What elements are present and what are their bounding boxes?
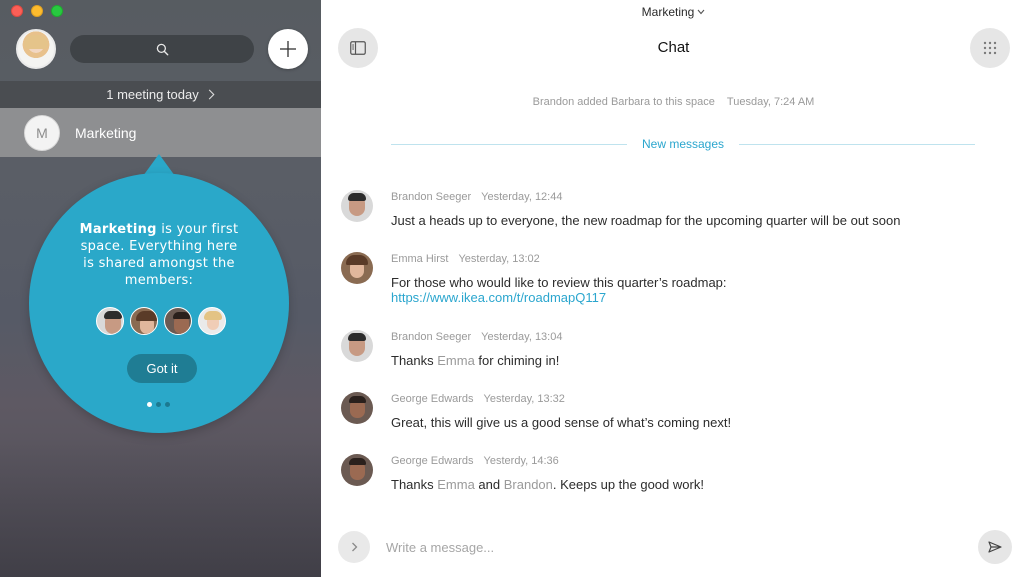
new-space-button[interactable] [268,29,308,69]
message-item: Emma Hirst Yesterday, 13:02 For those who… [341,252,1001,305]
message-time: Yesterday, 13:04 [481,331,563,343]
close-window-button[interactable] [11,5,23,17]
avatar[interactable] [341,252,373,284]
member-avatar [96,307,124,335]
message-body: Thanks Emma for chiming in! [391,353,559,368]
zoom-window-button[interactable] [51,5,63,17]
page-title: Chat [657,39,690,56]
message-author: Brandon Seeger [391,331,472,343]
system-message: Brandon added Barbara to this space Tuesd… [321,96,1026,108]
message-time: Yesterdy, 14:36 [483,455,559,467]
message-text: Thanks [391,477,438,492]
space-switcher-label: Marketing [641,5,695,19]
message-item: Brandon Seeger Yesterday, 12:44 Just a he… [341,190,1001,240]
mention-emma[interactable]: Emma [437,353,475,368]
divider-line [391,143,627,145]
roadmap-link[interactable]: https://www.ikea.com/t/roadmapQ117 [391,290,727,305]
space-avatar: M [24,114,60,151]
system-message-time: Tuesday, 7:24 AM [726,96,815,108]
message-author: George Edwards [391,455,474,467]
message-text: and [474,477,504,492]
message-text: For those who would like to review this … [391,275,727,290]
member-avatars [96,307,226,335]
message-time: Yesterday, 13:32 [483,393,565,405]
avatar[interactable] [341,190,373,222]
space-switcher[interactable]: Marketing [321,5,1026,19]
apps-button[interactable] [970,28,1010,68]
send-icon [988,541,1002,553]
search-button[interactable] [70,35,254,63]
member-avatar [130,307,158,335]
avatar[interactable] [341,330,373,362]
message-body: Thanks Emma and Brandon. Keeps up the go… [391,477,704,492]
member-avatar [164,307,192,335]
onboarding-bubble: Marketing is your first space. Everythin… [29,173,289,433]
send-button[interactable] [978,530,1012,564]
chevron-right-icon [208,89,215,100]
meetings-banner-label: 1 meeting today [106,87,199,102]
minimize-window-button[interactable] [31,5,43,17]
expand-composer-button[interactable] [338,531,370,563]
message-author: George Edwards [391,393,474,405]
avatar[interactable] [341,454,373,486]
search-icon [156,43,168,55]
new-messages-divider: New messages [391,137,975,151]
avatar[interactable] [341,392,373,424]
message-input[interactable] [386,536,946,558]
plus-icon [280,41,296,57]
message-meta: George Edwards Yesterdy, 14:36 [391,455,559,467]
message-item: George Edwards Yesterday, 13:32 Great, th… [341,392,1001,442]
new-messages-label: New messages [641,137,725,151]
mention-emma[interactable]: Emma [437,477,475,492]
message-body: Just a heads up to everyone, the new roa… [391,213,901,228]
message-meta: Emma Hirst Yesterday, 13:02 [391,253,540,265]
chevron-down-icon [697,9,705,15]
onboarding-space-name: Marketing [79,222,157,237]
space-name: Marketing [75,124,137,141]
message-text: Thanks [391,353,438,368]
message-meta: Brandon Seeger Yesterday, 12:44 [391,191,562,203]
space-list-item-marketing[interactable]: M Marketing [0,108,321,157]
chat-panel: Marketing Chat Brandon added Barbara to … [321,0,1026,577]
system-message-text: Brandon added Barbara to this space [532,96,715,108]
window-controls [11,5,63,17]
mention-brandon[interactable]: Brandon [504,477,553,492]
got-it-button[interactable]: Got it [127,354,197,383]
message-meta: Brandon Seeger Yesterday, 13:04 [391,331,562,343]
message-text: for chiming in! [474,353,560,368]
chevron-right-icon [351,542,357,552]
message-item: Brandon Seeger Yesterday, 13:04 Thanks Em… [341,330,1001,380]
message-body: Great, this will give us a good sense of… [391,415,732,430]
onboarding-message: Marketing is your first space. Everythin… [77,221,241,289]
meetings-banner[interactable]: 1 meeting today [0,81,321,108]
message-item: George Edwards Yesterdy, 14:36 Thanks Emm… [341,454,1001,504]
message-author: Brandon Seeger [391,191,472,203]
message-body: For those who would like to review this … [391,275,727,305]
message-composer [338,530,1012,564]
message-meta: George Edwards Yesterday, 13:32 [391,393,565,405]
user-avatar[interactable] [16,29,56,69]
page-dot[interactable] [147,402,152,407]
member-avatar [198,307,226,335]
grid-icon [983,41,997,55]
page-dot[interactable] [156,402,161,407]
onboarding-page-dots [147,402,170,407]
page-dot[interactable] [165,402,170,407]
message-time: Yesterday, 13:02 [458,253,540,265]
message-text: . Keeps up the good work! [552,477,704,492]
divider-line [739,143,975,145]
message-author: Emma Hirst [391,253,449,265]
message-time: Yesterday, 12:44 [481,191,563,203]
